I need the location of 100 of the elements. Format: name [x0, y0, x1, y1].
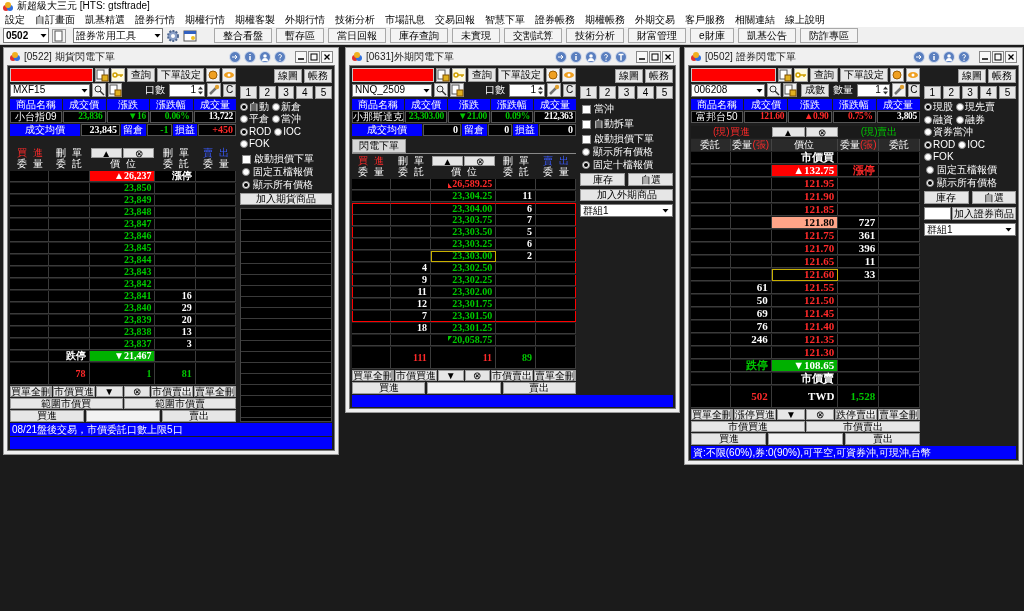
group-dropdown[interactable]: 群組1 [924, 223, 1016, 236]
price-input-field[interactable] [86, 410, 160, 422]
search-icon[interactable] [434, 83, 448, 97]
menu-item[interactable]: 外期交易 [630, 14, 680, 25]
eye-icon[interactable] [562, 68, 576, 82]
maximize-button[interactable] [992, 50, 1004, 63]
order-button[interactable]: 賣單全刪 [534, 370, 576, 381]
quantity-spinner[interactable]: 1 [856, 83, 890, 97]
order-button[interactable]: 市價賣出 [151, 386, 193, 397]
radio-button[interactable] [242, 168, 250, 176]
radio-button[interactable] [924, 128, 932, 136]
add-product-button[interactable]: 加入外期商品 [580, 189, 673, 201]
order-button[interactable]: ⊗ [123, 386, 150, 397]
radio-button[interactable] [240, 140, 248, 148]
radio-button[interactable] [926, 179, 934, 187]
order-button[interactable]: ▼ [777, 409, 805, 420]
account-button[interactable]: 帳務 [988, 68, 1016, 83]
symbol-combo[interactable]: NNQ_2509 [352, 83, 432, 97]
order-input-field[interactable] [691, 68, 777, 82]
settings-button[interactable]: 下單設定 [157, 68, 204, 82]
coin-icon[interactable] [206, 68, 220, 82]
checkbox[interactable] [582, 119, 591, 129]
order-button[interactable]: 賣單全刪 [878, 409, 920, 420]
buy-button[interactable]: 買進 [691, 433, 766, 445]
radio-button[interactable] [272, 103, 280, 111]
window-icon[interactable] [183, 28, 197, 43]
account-button[interactable]: 帳務 [645, 68, 673, 83]
order-button[interactable]: 市價賣出 [491, 370, 533, 381]
toolbar-button[interactable]: 凱基公告 [737, 28, 796, 43]
caret-icon[interactable] [153, 31, 162, 40]
minimize-button[interactable] [636, 50, 648, 63]
menu-item[interactable]: 外期行情 [280, 14, 330, 25]
chart-button[interactable]: 線圖 [958, 68, 986, 83]
sort-button[interactable]: ▲ [431, 156, 463, 166]
preset-button[interactable]: 4 [296, 86, 314, 99]
close-button[interactable] [321, 50, 333, 63]
coin-icon[interactable] [546, 68, 560, 82]
preset-button[interactable]: 5 [999, 86, 1016, 99]
order-button[interactable]: 買單全刪 [352, 370, 394, 381]
radio-button[interactable] [240, 128, 248, 136]
coin-icon[interactable] [890, 68, 904, 82]
menu-item[interactable]: 自訂畫面 [30, 14, 80, 25]
radio-button[interactable] [582, 148, 590, 156]
toolbar-button[interactable]: 財富管理 [628, 28, 686, 43]
quantity-spinner[interactable]: 1 [169, 83, 205, 97]
order-button[interactable]: 市價買進 [395, 370, 437, 381]
maximize-button[interactable] [308, 50, 320, 63]
order-button[interactable]: 買單全刪 [10, 386, 52, 397]
side-button[interactable]: 庫存 [580, 173, 625, 186]
toolbar-button[interactable]: 未實現 [452, 28, 500, 43]
symbol-combo[interactable]: MXF15 [10, 83, 90, 97]
menu-item[interactable]: 證券帳務 [530, 14, 580, 25]
caret-icon[interactable] [661, 206, 670, 215]
order-button[interactable]: 賣單全刪 [194, 386, 236, 397]
side-button[interactable]: 自選 [971, 191, 1016, 204]
preset-button[interactable]: 2 [942, 86, 960, 99]
query-button[interactable]: 查詢 [127, 68, 156, 82]
checkbox[interactable] [242, 154, 251, 164]
preset-button[interactable]: 2 [258, 86, 276, 99]
add-product-button[interactable]: 加入證券商品 [952, 207, 1016, 220]
chart-button[interactable]: 線圖 [615, 68, 643, 83]
checkbox[interactable] [582, 104, 591, 114]
people-icon[interactable] [585, 50, 597, 63]
help-icon[interactable] [958, 50, 970, 63]
toolbar-button[interactable]: 交割試算 [504, 28, 562, 43]
toolbar-button[interactable]: 技術分析 [566, 28, 624, 43]
text-icon[interactable] [615, 50, 627, 63]
sort-button[interactable]: ⊗ [464, 156, 496, 166]
radio-button[interactable] [582, 161, 590, 169]
lock-icon[interactable] [95, 68, 110, 82]
order-button[interactable]: ▼ [96, 386, 123, 397]
search-icon[interactable] [766, 83, 781, 97]
spinner-arrows-icon[interactable] [537, 84, 544, 96]
menu-item[interactable]: 期權行情 [180, 14, 230, 25]
key-icon[interactable] [451, 68, 466, 82]
account-combo[interactable]: 0502 [3, 28, 49, 43]
sell-button[interactable]: 賣出 [502, 382, 576, 394]
clear-button[interactable]: C [223, 83, 236, 97]
settings-button[interactable]: 下單設定 [840, 68, 888, 82]
preset-button[interactable]: 5 [315, 86, 332, 99]
sort-button[interactable]: ▲ [771, 127, 805, 137]
menu-item[interactable]: 智慧下單 [480, 14, 530, 25]
order-button[interactable]: 市價賣出 [806, 421, 920, 432]
lock-icon[interactable] [778, 68, 793, 82]
side-button[interactable]: 庫存 [924, 191, 969, 204]
menu-item[interactable]: 期權客製 [230, 14, 280, 25]
search-icon[interactable] [92, 83, 106, 97]
radio-button[interactable] [240, 103, 248, 111]
caret-icon[interactable] [1004, 225, 1013, 234]
wrench-icon[interactable] [891, 83, 906, 97]
sort-button[interactable]: ⊗ [123, 148, 155, 158]
preset-button[interactable]: 1 [240, 86, 257, 99]
quantity-spinner[interactable]: 1 [509, 83, 545, 97]
gear-icon[interactable] [166, 28, 180, 43]
buy-button[interactable]: 買進 [352, 382, 426, 394]
price-input-field[interactable] [768, 433, 843, 445]
menu-item[interactable]: 設定 [0, 14, 30, 25]
radio-button[interactable] [924, 153, 932, 161]
order-button[interactable]: 跌停賣出 [835, 409, 877, 420]
order-button[interactable]: ⊗ [806, 409, 834, 420]
